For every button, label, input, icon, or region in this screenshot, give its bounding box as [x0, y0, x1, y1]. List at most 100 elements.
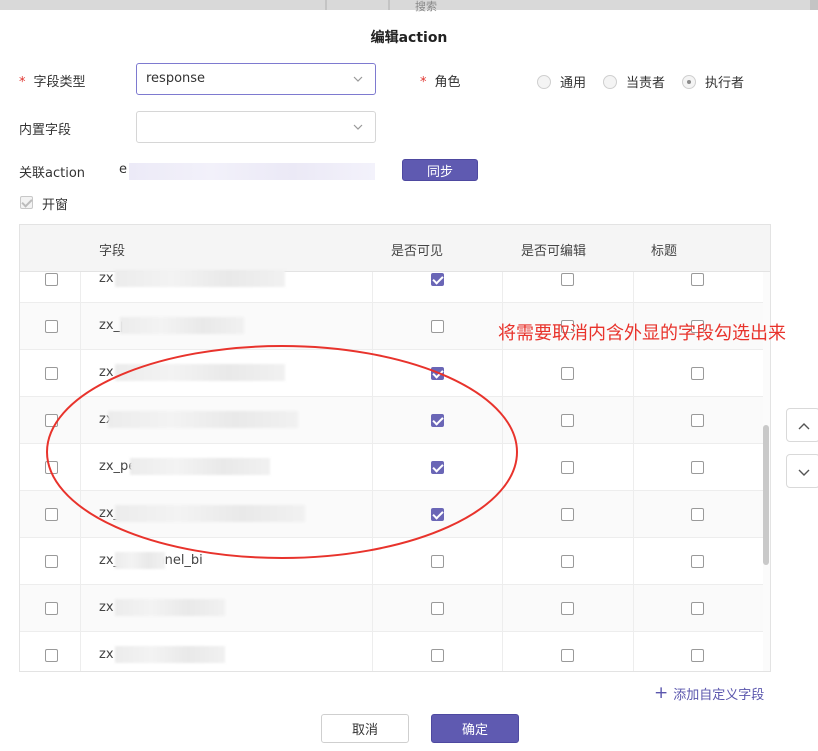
redacted-action-value [129, 163, 375, 180]
table-row: zx_ [20, 491, 765, 538]
role-option-executor[interactable]: 执行者 [682, 72, 744, 91]
field-name: zx [99, 271, 114, 286]
row-select-checkbox[interactable] [45, 555, 58, 568]
fields-table: 字段 是否可见 是否可编辑 标题 zxzx_pzxzxzx_perzx_zx_p… [19, 224, 771, 672]
column-divider [372, 272, 373, 671]
editable-checkbox[interactable] [561, 414, 574, 427]
chevron-down-icon [353, 76, 363, 82]
redacted-field-name [115, 505, 305, 522]
title-checkbox[interactable] [691, 367, 704, 380]
visible-checkbox[interactable] [431, 508, 444, 521]
editable-checkbox[interactable] [561, 367, 574, 380]
table-row: zx [20, 350, 765, 397]
background-divider [325, 0, 327, 10]
role-option-accountable[interactable]: 当责者 [603, 72, 665, 91]
redacted-field-name [115, 270, 285, 287]
row-select-checkbox[interactable] [45, 602, 58, 615]
required-asterisk: * [420, 75, 427, 90]
table-row: zx_personnel_bi [20, 538, 765, 585]
confirm-button[interactable]: 确定 [431, 714, 519, 743]
table-row: zx_per [20, 444, 765, 491]
radio-selected-icon [682, 74, 696, 89]
table-scrollbar-thumb[interactable] [763, 425, 769, 565]
title-checkbox[interactable] [691, 555, 704, 568]
editable-checkbox[interactable] [561, 461, 574, 474]
visible-checkbox[interactable] [431, 367, 444, 380]
chevron-up-icon [798, 423, 810, 430]
cancel-button[interactable]: 取消 [321, 714, 409, 743]
visible-checkbox[interactable] [431, 320, 444, 333]
editable-checkbox[interactable] [561, 649, 574, 662]
chevron-down-icon [798, 469, 810, 476]
visible-checkbox[interactable] [431, 461, 444, 474]
visible-checkbox[interactable] [431, 555, 444, 568]
redacted-field-name [108, 411, 298, 428]
sync-button[interactable]: 同步 [402, 159, 478, 181]
row-select-checkbox[interactable] [45, 320, 58, 333]
redacted-field-name [115, 364, 285, 381]
dialog-title: 编辑action [370, 30, 448, 46]
add-custom-field-label: 添加自定义字段 [673, 688, 765, 703]
redacted-field-name [130, 458, 270, 475]
title-checkbox[interactable] [691, 602, 704, 615]
redacted-field-name [115, 646, 225, 663]
row-select-checkbox[interactable] [45, 273, 58, 286]
role-label: * 角色 [420, 75, 461, 90]
editable-checkbox[interactable] [561, 273, 574, 286]
editable-checkbox[interactable] [561, 508, 574, 521]
editable-checkbox[interactable] [561, 555, 574, 568]
background-divider [388, 0, 390, 10]
table-row: zx [20, 256, 765, 303]
plus-icon: + [654, 683, 669, 703]
table-row: zx [20, 632, 765, 671]
linked-action-value: e [119, 162, 127, 177]
field-type-select[interactable]: response [136, 63, 376, 95]
field-name: zx [99, 647, 114, 662]
radio-icon [537, 74, 551, 89]
chevron-down-icon [353, 124, 363, 130]
table-row: zx [20, 585, 765, 632]
scroll-up-button[interactable] [786, 408, 818, 442]
redacted-field-name [115, 552, 165, 569]
redacted-field-name [115, 599, 225, 616]
required-asterisk: * [19, 75, 26, 90]
radio-icon [603, 74, 617, 89]
add-custom-field-link[interactable]: + 添加自定义字段 [654, 683, 765, 704]
field-type-label: * 字段类型 [19, 75, 86, 90]
title-checkbox[interactable] [691, 273, 704, 286]
column-divider [80, 272, 81, 671]
row-select-checkbox[interactable] [45, 367, 58, 380]
annotation-text: 将需要取消内含外显的字段勾选出来 [498, 323, 786, 344]
role-option-label: 通用 [560, 76, 587, 91]
field-type-value: response [146, 71, 206, 86]
role-option-label: 当责者 [626, 76, 666, 91]
role-option-general[interactable]: 通用 [537, 72, 586, 91]
row-select-checkbox[interactable] [45, 414, 58, 427]
visible-checkbox[interactable] [431, 649, 444, 662]
visible-checkbox[interactable] [431, 602, 444, 615]
visible-checkbox[interactable] [431, 273, 444, 286]
redacted-field-name [120, 317, 244, 334]
field-name: zx [99, 600, 114, 615]
title-checkbox[interactable] [691, 461, 704, 474]
title-checkbox[interactable] [691, 649, 704, 662]
field-name: zx [99, 365, 114, 380]
title-checkbox[interactable] [691, 414, 704, 427]
background-divider [810, 0, 818, 10]
builtin-field-select[interactable] [136, 111, 376, 143]
row-select-checkbox[interactable] [45, 508, 58, 521]
row-select-checkbox[interactable] [45, 649, 58, 662]
linked-action-label: 关联action [19, 166, 86, 181]
open-window-checkbox[interactable] [20, 196, 33, 209]
scroll-down-button[interactable] [786, 454, 818, 488]
background-search-text: 搜索 [415, 0, 437, 13]
title-checkbox[interactable] [691, 508, 704, 521]
role-option-label: 执行者 [705, 76, 745, 91]
builtin-field-label: 内置字段 [19, 123, 72, 138]
editable-checkbox[interactable] [561, 602, 574, 615]
open-window-label: 开窗 [42, 198, 69, 213]
visible-checkbox[interactable] [431, 414, 444, 427]
table-row: zx [20, 397, 765, 444]
row-select-checkbox[interactable] [45, 461, 58, 474]
background-header-strip: 搜索 [0, 0, 818, 13]
